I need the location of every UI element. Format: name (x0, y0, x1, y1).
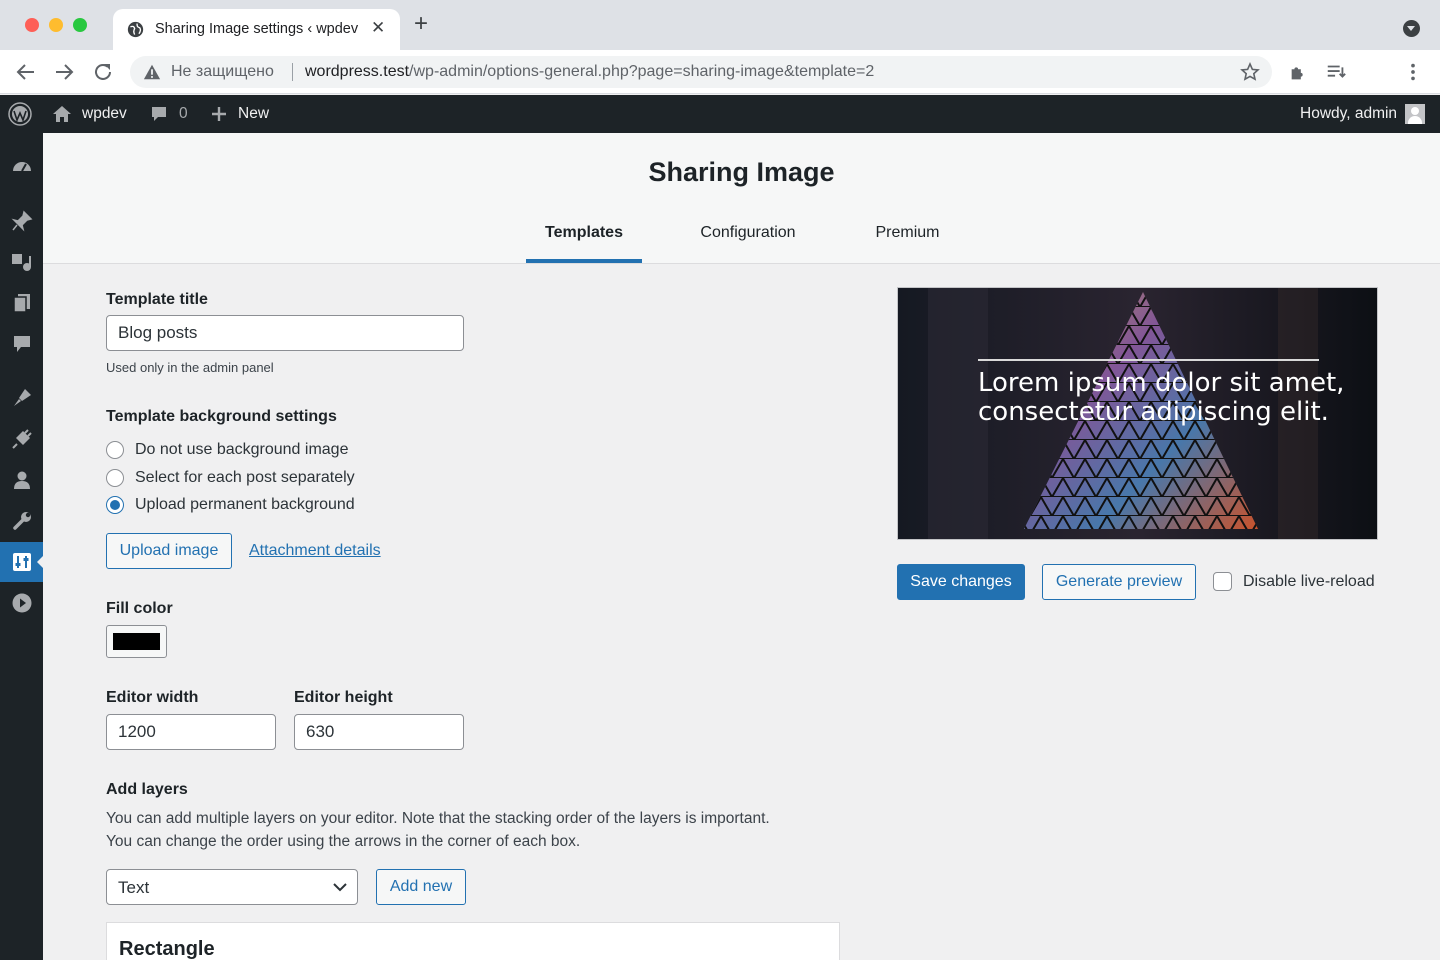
editor-height-input[interactable] (294, 714, 464, 750)
page-title: Sharing Image (648, 157, 835, 187)
menu-users-icon[interactable] (0, 460, 43, 500)
radio-button[interactable] (106, 469, 124, 487)
account-menu[interactable]: Howdy, admin (1300, 95, 1426, 133)
menu-tools-icon[interactable] (0, 501, 43, 541)
wp-admin-bar: wpdev 0 New Howdy, admin (0, 95, 1440, 133)
reading-list-icon[interactable] (1325, 61, 1347, 83)
new-content-link[interactable]: New (210, 95, 269, 133)
home-icon (53, 106, 71, 122)
menu-settings-icon[interactable] (0, 542, 44, 582)
radio-button[interactable] (106, 441, 124, 459)
globe-icon (127, 21, 144, 38)
menu-plugins-icon[interactable] (0, 419, 43, 459)
url-text[interactable]: wordpress.test/wp-admin/options-general.… (305, 63, 874, 81)
disable-live-reload-option[interactable]: Disable live-reload (1213, 572, 1375, 591)
back-icon[interactable] (14, 60, 38, 84)
menu-comments-icon[interactable] (0, 324, 43, 364)
window-close-button[interactable] (25, 18, 39, 32)
address-bar[interactable]: Не защищено wordpress.test/wp-admin/opti… (130, 56, 1272, 88)
close-icon[interactable]: ✕ (371, 18, 385, 38)
layer-type-select[interactable]: Text (106, 869, 358, 905)
fill-color-label: Fill color (106, 600, 173, 617)
security-label[interactable]: Не защищено (171, 63, 274, 81)
preview-divider (978, 359, 1319, 361)
radio-per-post-background[interactable]: Select for each post separately (106, 469, 355, 487)
add-new-layer-button[interactable]: Add new (376, 869, 466, 905)
editor-width-label: Editor width (106, 689, 199, 706)
background-settings-label: Template background settings (106, 408, 337, 425)
avatar (1405, 104, 1426, 124)
menu-media-icon[interactable] (0, 242, 43, 282)
extensions-icon[interactable] (1288, 61, 1310, 83)
tab-premium[interactable]: Premium (860, 224, 955, 242)
active-tab-indicator (526, 259, 642, 263)
save-changes-button[interactable]: Save changes (897, 564, 1025, 600)
menu-media-player-icon[interactable] (0, 583, 43, 623)
editor-height-label: Editor height (294, 689, 393, 706)
comment-icon (152, 107, 166, 121)
tab-configuration[interactable]: Configuration (683, 224, 813, 242)
preview-caption: Lorem ipsum dolor sit amet, consectetur … (978, 368, 1345, 427)
omnibox-divider (292, 63, 293, 81)
add-layers-description: You can add multiple layers on your edit… (106, 810, 770, 850)
more-menu-icon[interactable] (1402, 61, 1424, 83)
template-title-input[interactable] (106, 315, 464, 351)
sharing-image-preview: Lorem ipsum dolor sit amet, consectetur … (897, 287, 1378, 540)
site-name-link[interactable]: wpdev (52, 95, 127, 133)
attachment-details-link[interactable]: Attachment details (249, 542, 381, 560)
tab-title: Sharing Image settings ‹ wpdev (155, 21, 359, 37)
new-tab-button[interactable]: + (414, 12, 428, 36)
wp-admin-menu (0, 133, 44, 960)
live-reload-checkbox[interactable] (1213, 572, 1232, 591)
tab-search-icon[interactable] (1403, 20, 1420, 37)
menu-posts-icon[interactable] (0, 201, 43, 241)
browser-tab[interactable]: Sharing Image settings ‹ wpdev ✕ (113, 9, 400, 50)
upload-image-button[interactable]: Upload image (106, 533, 232, 569)
chevron-down-icon (333, 883, 347, 892)
plugin-header: Sharing Image Templates Configuration Pr… (43, 133, 1440, 264)
menu-appearance-icon[interactable] (0, 378, 43, 418)
menu-pages-icon[interactable] (0, 283, 43, 323)
fill-color-picker[interactable] (106, 625, 167, 658)
add-layers-label: Add layers (106, 781, 188, 798)
editor-width-input[interactable] (106, 714, 276, 750)
radio-button-checked[interactable] (106, 496, 124, 514)
window-minimize-button[interactable] (49, 18, 63, 32)
plus-icon (212, 107, 226, 121)
radio-no-background[interactable]: Do not use background image (106, 441, 348, 459)
comments-link[interactable]: 0 (150, 95, 188, 133)
menu-dashboard-icon[interactable] (0, 147, 43, 187)
tab-templates[interactable]: Templates (526, 224, 642, 242)
window-maximize-button[interactable] (73, 18, 87, 32)
layer-card: Rectangle (106, 922, 840, 960)
radio-permanent-background[interactable]: Upload permanent background (106, 496, 355, 514)
browser-tabbar: Sharing Image settings ‹ wpdev ✕ + (0, 0, 1440, 50)
warning-icon (143, 64, 161, 80)
template-title-label: Template title (106, 291, 208, 308)
browser-toolbar: Не защищено wordpress.test/wp-admin/opti… (0, 50, 1440, 94)
generate-preview-button[interactable]: Generate preview (1042, 564, 1196, 600)
reload-icon[interactable] (91, 60, 115, 84)
layer-card-title: Rectangle (119, 938, 215, 960)
template-title-description: Used only in the admin panel (106, 360, 274, 375)
bookmark-star-icon[interactable] (1240, 62, 1260, 82)
forward-icon[interactable] (52, 60, 76, 84)
wordpress-logo-icon[interactable] (8, 95, 32, 133)
